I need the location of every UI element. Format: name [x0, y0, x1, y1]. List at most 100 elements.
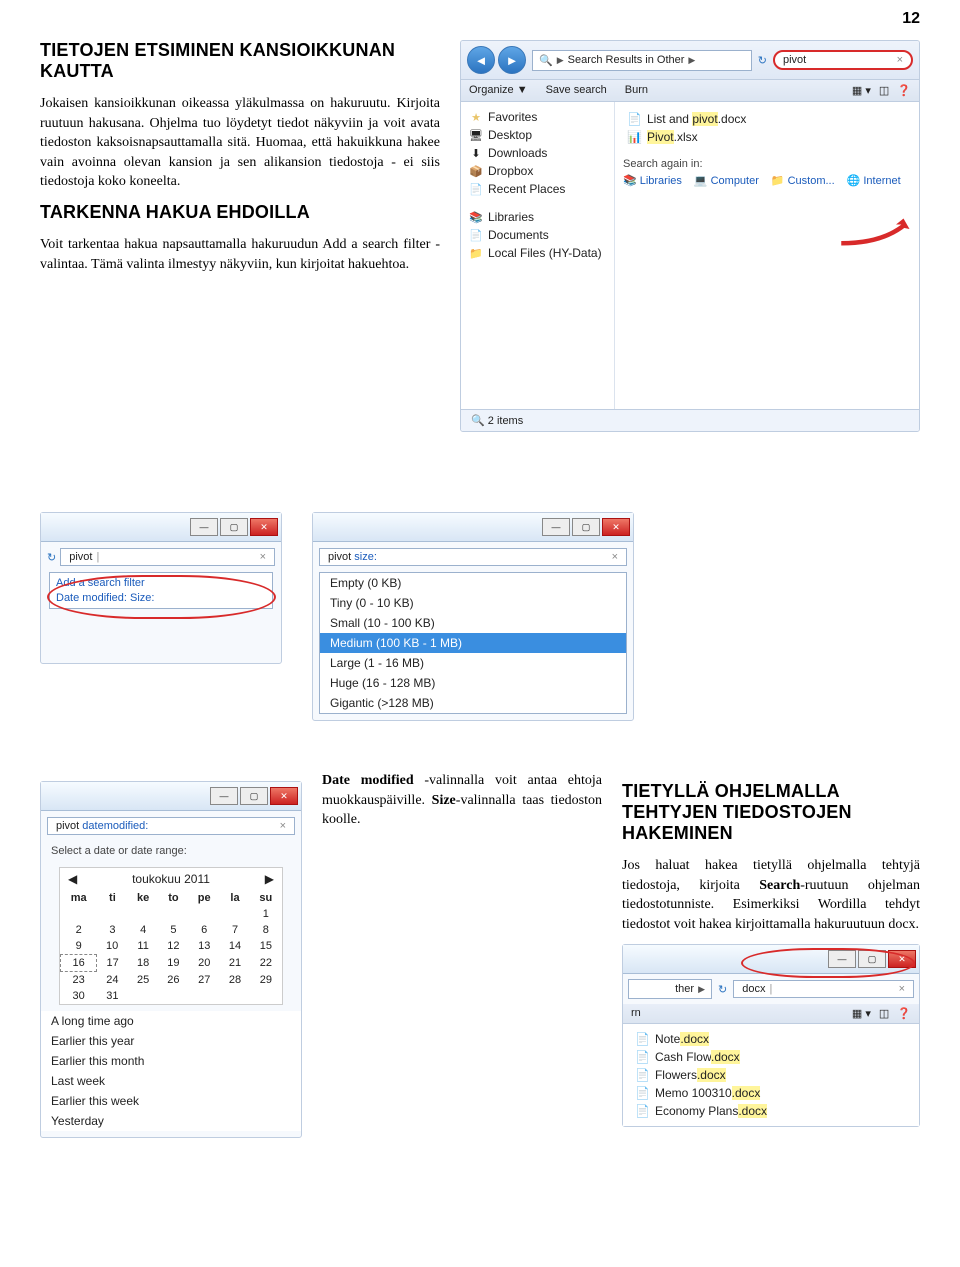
minimize-button[interactable]: — [542, 518, 570, 536]
filter-options[interactable]: Date modified: Size: [56, 592, 266, 604]
next-month-button[interactable]: ▶ [265, 872, 274, 886]
clear-icon[interactable]: × [280, 820, 286, 832]
size-option[interactable]: Gigantic (>128 MB) [320, 693, 626, 713]
refresh-icon[interactable]: ↻ [47, 551, 56, 564]
nav-documents[interactable]: 📄Documents [465, 226, 610, 244]
nav-dropbox[interactable]: 📦Dropbox [465, 162, 610, 180]
date-range-option[interactable]: A long time ago [41, 1011, 301, 1031]
search-link-libraries[interactable]: 📚Libraries [623, 174, 682, 187]
file-list-pane: 📄 List and pivot.docx 📊 Pivot.xlsx Searc… [615, 102, 919, 428]
nav-favorites[interactable]: ★Favorites [465, 108, 610, 126]
date-range-option[interactable]: Earlier this year [41, 1031, 301, 1051]
search-link-custom[interactable]: 📁Custom... [771, 174, 835, 187]
nav-libraries[interactable]: 📚Libraries [465, 208, 610, 226]
file-item[interactable]: 📊 Pivot.xlsx [623, 128, 911, 146]
clear-icon[interactable]: × [899, 983, 905, 995]
word-icon: 📄 [635, 1086, 650, 1100]
minimize-button[interactable]: — [190, 518, 218, 536]
minimize-button[interactable]: — [210, 787, 238, 805]
section-heading-1: TIETOJEN ETSIMINEN KANSIOIKKUNAN KAUTTA [40, 40, 440, 82]
forward-button[interactable]: ► [498, 46, 526, 74]
star-icon: ★ [469, 110, 483, 124]
status-bar: 🔍 2 items [461, 409, 919, 431]
refresh-icon[interactable]: ↻ [758, 54, 767, 67]
nav-downloads[interactable]: ⬇Downloads [465, 144, 610, 162]
close-button[interactable]: ✕ [888, 950, 916, 968]
clear-icon[interactable]: × [897, 54, 903, 66]
search-box[interactable]: pivot size: × [319, 548, 627, 566]
toolbar-organize[interactable]: Organize ▼ [469, 84, 528, 97]
date-range-option[interactable]: Last week [41, 1071, 301, 1091]
navigation-pane: ★Favorites 🖥Desktop ⬇Downloads 📦Dropbox … [461, 102, 615, 428]
close-button[interactable]: ✕ [250, 518, 278, 536]
close-button[interactable]: ✕ [602, 518, 630, 536]
file-item[interactable]: 📄Flowers.docx [631, 1066, 911, 1084]
chevron-right-icon: ▶ [557, 55, 564, 66]
maximize-button[interactable]: ▢ [220, 518, 248, 536]
excel-icon: 📊 [627, 130, 642, 144]
help-icon[interactable]: ❓ [897, 1007, 911, 1020]
view-icon[interactable]: ▦ ▾ [852, 1007, 871, 1020]
toolbar-fragment: rn [631, 1007, 641, 1020]
computer-icon: 💻 [694, 174, 708, 187]
date-range-option[interactable]: Earlier this month [41, 1051, 301, 1071]
search-box[interactable]: docx| × [733, 980, 914, 998]
breadcrumb: Search Results in Other [568, 54, 685, 66]
search-box[interactable]: pivot| × [60, 548, 275, 566]
search-box-highlighted[interactable]: pivot × [773, 50, 913, 70]
view-icon[interactable]: ▦ ▾ [852, 84, 871, 97]
search-box[interactable]: pivot datemodified: × [47, 817, 295, 835]
maximize-button[interactable]: ▢ [572, 518, 600, 536]
libraries-icon: 📚 [469, 210, 483, 224]
toolbar-burn[interactable]: Burn [625, 84, 648, 97]
clear-icon[interactable]: × [612, 551, 618, 563]
size-option[interactable]: Empty (0 KB) [320, 573, 626, 593]
size-option[interactable]: Small (10 - 100 KB) [320, 613, 626, 633]
address-bar-fragment[interactable]: ther ▶ [628, 979, 712, 999]
address-bar[interactable]: 🔍 ▶ Search Results in Other ▶ [532, 50, 752, 71]
close-button[interactable]: ✕ [270, 787, 298, 805]
nav-desktop[interactable]: 🖥Desktop [465, 126, 610, 144]
maximize-button[interactable]: ▢ [858, 950, 886, 968]
search-link-internet[interactable]: 🌐Internet [847, 174, 901, 187]
explorer-screenshot-1: ◄ ► 🔍 ▶ Search Results in Other ▶ ↻ pivo… [460, 40, 920, 432]
preview-pane-icon[interactable]: ◫ [879, 84, 889, 97]
search-value: pivot [783, 54, 806, 66]
search-link-computer[interactable]: 💻Computer [694, 174, 759, 187]
prev-month-button[interactable]: ◀ [68, 872, 77, 886]
file-item[interactable]: 📄 List and pivot.docx [623, 110, 911, 128]
libraries-icon: 📚 [623, 174, 637, 187]
size-option-selected[interactable]: Medium (100 KB - 1 MB) [320, 633, 626, 653]
size-option[interactable]: Tiny (0 - 10 KB) [320, 593, 626, 613]
callout-arrow-icon [825, 217, 920, 247]
section-para-2: Voit tarkentaa hakua napsauttamalla haku… [40, 235, 440, 274]
minimize-button[interactable]: — [828, 950, 856, 968]
date-range-option[interactable]: Yesterday [41, 1111, 301, 1131]
filter-screenshot: — ▢ ✕ ↻ pivot| × Add a search filter Dat… [40, 512, 282, 664]
search-again-label: Search again in: [623, 158, 911, 170]
toolbar: Organize ▼ Save search Burn ▦ ▾ ◫ ❓ [461, 80, 919, 102]
clear-icon[interactable]: × [260, 551, 266, 563]
word-icon: 📄 [627, 112, 642, 126]
nav-recent[interactable]: 📄Recent Places [465, 180, 610, 198]
size-option[interactable]: Huge (16 - 128 MB) [320, 673, 626, 693]
maximize-button[interactable]: ▢ [240, 787, 268, 805]
size-filter-screenshot: — ▢ ✕ pivot size: × Empty (0 KB) Tiny (0… [312, 512, 634, 721]
date-range-option[interactable]: Earlier this week [41, 1091, 301, 1111]
calendar[interactable]: matiketopelasu 1 2345678 9101112131415 1… [60, 890, 282, 1004]
file-item[interactable]: 📄Note.docx [631, 1030, 911, 1048]
file-item[interactable]: 📄Economy Plans.docx [631, 1102, 911, 1120]
section-heading-2: TARKENNA HAKUA EHDOILLA [40, 202, 440, 223]
file-item[interactable]: 📄Cash Flow.docx [631, 1048, 911, 1066]
toolbar-save-search[interactable]: Save search [546, 84, 607, 97]
preview-pane-icon[interactable]: ◫ [879, 1007, 889, 1020]
documents-icon: 📄 [469, 228, 483, 242]
refresh-icon[interactable]: ↻ [718, 983, 727, 996]
back-button[interactable]: ◄ [467, 46, 495, 74]
help-icon[interactable]: ❓ [897, 84, 911, 97]
section-para-4: Jos haluat hakea tietyllä ohjelmalla teh… [622, 856, 920, 934]
nav-local-files[interactable]: 📁Local Files (HY-Data) [465, 244, 610, 262]
file-item[interactable]: 📄Memo 100310.docx [631, 1084, 911, 1102]
calendar-month: toukokuu 2011 [132, 872, 210, 886]
size-option[interactable]: Large (1 - 16 MB) [320, 653, 626, 673]
